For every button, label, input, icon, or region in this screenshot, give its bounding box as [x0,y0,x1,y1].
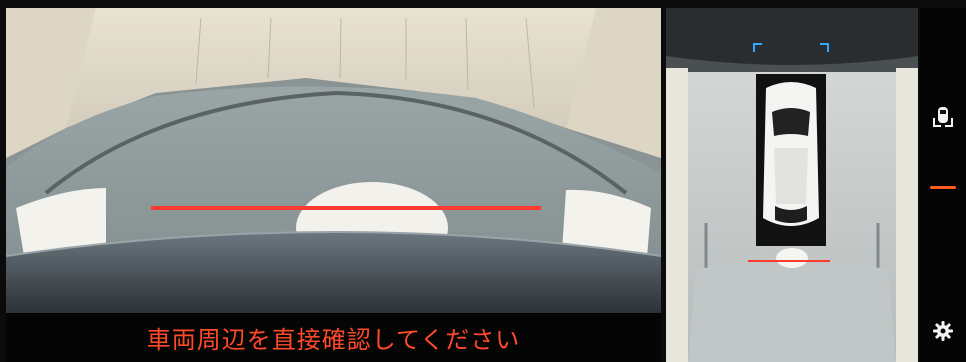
rear-camera-image [6,8,661,313]
warning-message: 車両周辺を直接確認してください [146,326,521,354]
camera-view-icon [933,107,953,127]
settings-button[interactable] [926,314,960,348]
rear-camera-view [6,8,661,313]
top-down-image [666,8,918,362]
active-view-indicator [930,186,956,189]
side-control-panel [920,8,966,362]
camera-view-button[interactable] [926,100,960,134]
top-down-view [666,8,918,362]
gear-icon [933,321,953,341]
warning-bar: 車両周辺を直接確認してください [6,313,661,362]
